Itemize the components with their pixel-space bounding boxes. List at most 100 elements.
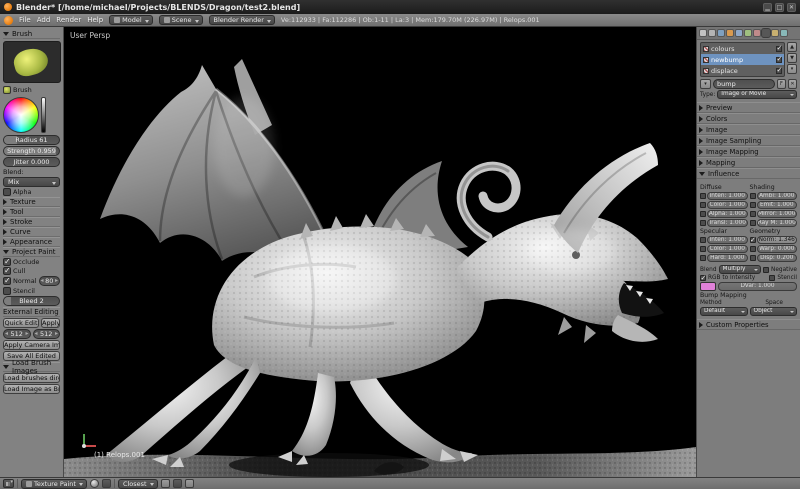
- geometry-normal-checkbox[interactable]: [749, 236, 756, 244]
- panel-image-sampling[interactable]: Image Sampling: [697, 135, 800, 146]
- stencil-checkbox[interactable]: [769, 275, 776, 281]
- occlude-checkbox[interactable]: [3, 257, 11, 266]
- color-wheel[interactable]: [3, 97, 39, 133]
- panel-influence[interactable]: Influence: [697, 168, 800, 179]
- specular-intensity-checkbox[interactable]: [700, 237, 706, 243]
- shading-emit-checkbox[interactable]: [749, 202, 756, 208]
- stencil-checkbox[interactable]: [3, 287, 11, 295]
- alpha-checkbox[interactable]: [3, 188, 11, 196]
- tab-world-icon[interactable]: [717, 29, 725, 37]
- snap-icon[interactable]: [160, 479, 170, 488]
- shading-raymirror-slider[interactable]: Ray M: 1.000: [756, 219, 797, 227]
- texture-color-swatch[interactable]: [700, 282, 716, 291]
- fake-user-button[interactable]: F: [777, 79, 786, 89]
- edit-width-field[interactable]: 512: [3, 329, 31, 339]
- mode-dropdown[interactable]: Texture Paint: [21, 478, 87, 489]
- specular-hardness-checkbox[interactable]: [700, 255, 706, 261]
- tab-material-icon[interactable]: [753, 29, 761, 37]
- panel-appearance[interactable]: Appearance: [3, 237, 60, 247]
- quick-edit-button[interactable]: Quick Edit: [3, 318, 39, 328]
- blender-logo-icon[interactable]: [4, 15, 13, 25]
- tab-object-icon[interactable]: [726, 29, 734, 37]
- geometry-warp-slider[interactable]: Warp: 0.000: [756, 245, 797, 253]
- edit-height-field[interactable]: 512: [32, 329, 60, 339]
- bleed-slider[interactable]: Bleed 2: [3, 296, 60, 306]
- viewport-3d[interactable]: User Persp (1) Relops.001: [64, 27, 696, 477]
- menu-add[interactable]: Add: [37, 16, 51, 24]
- layers-icon[interactable]: [184, 479, 194, 488]
- diffuse-translucency-slider[interactable]: Transl: 1.000: [707, 219, 748, 227]
- panel-custom-properties[interactable]: Custom Properties: [697, 319, 800, 330]
- dvar-slider[interactable]: DVar: 1.000: [718, 282, 797, 291]
- blend-mode-dropdown[interactable]: Mix: [3, 177, 60, 187]
- render-engine-dropdown[interactable]: Blender Render: [208, 15, 275, 25]
- diffuse-color-checkbox[interactable]: [700, 202, 706, 208]
- tab-scene-icon[interactable]: [708, 29, 716, 37]
- panel-mapping[interactable]: Mapping: [697, 157, 800, 168]
- panel-brush[interactable]: Brush: [3, 29, 60, 39]
- strength-slider[interactable]: Strength 0.959: [3, 146, 60, 156]
- texture-slot-displace[interactable]: displace: [701, 65, 784, 76]
- brush-preview[interactable]: [3, 41, 61, 83]
- rgb-to-intensity-checkbox[interactable]: [700, 274, 706, 282]
- shading-ambient-slider[interactable]: Ambi: 1.000: [756, 192, 797, 200]
- panel-preview[interactable]: Preview: [697, 102, 800, 113]
- shading-emit-slider[interactable]: Emit: 1.000: [756, 201, 797, 209]
- editor-type-icon[interactable]: [3, 479, 14, 488]
- value-slider[interactable]: [41, 97, 46, 133]
- menu-file[interactable]: File: [19, 16, 31, 24]
- panel-stroke[interactable]: Stroke: [3, 217, 60, 227]
- specular-intensity-slider[interactable]: Inten: 1.000: [707, 236, 748, 244]
- pivot-point-icon[interactable]: [101, 479, 111, 488]
- geometry-displace-slider[interactable]: Disp: 0.200: [756, 254, 797, 262]
- slot-menu-icon[interactable]: ▾: [787, 64, 797, 74]
- panel-image-mapping[interactable]: Image Mapping: [697, 146, 800, 157]
- shading-raymirror-checkbox[interactable]: [749, 220, 756, 226]
- diffuse-color-slider[interactable]: Color: 1.000: [707, 201, 748, 209]
- slot-enabled-checkbox[interactable]: [776, 44, 782, 52]
- geometry-displace-checkbox[interactable]: [749, 255, 756, 261]
- screen-layout-dropdown[interactable]: Model: [109, 15, 153, 25]
- maximize-icon[interactable]: □: [775, 2, 784, 12]
- bump-space-dropdown[interactable]: Object: [749, 307, 797, 316]
- panel-colors[interactable]: Colors: [697, 113, 800, 124]
- load-brushes-directory-button[interactable]: Load brushes directory: [3, 373, 60, 383]
- texture-slot-colours[interactable]: colours: [701, 43, 784, 54]
- tab-modifiers-icon[interactable]: [735, 29, 743, 37]
- geometry-normal-slider[interactable]: Norm: 1.346: [756, 236, 797, 244]
- negative-checkbox[interactable]: [762, 266, 769, 273]
- menu-help[interactable]: Help: [87, 16, 103, 24]
- apply-camera-image-button[interactable]: Apply Camera Image: [3, 340, 60, 350]
- slot-enabled-checkbox[interactable]: [776, 55, 782, 63]
- slot-move-up-icon[interactable]: ▲: [787, 42, 797, 52]
- specular-color-checkbox[interactable]: [700, 246, 706, 252]
- slot-enabled-checkbox[interactable]: [776, 66, 782, 74]
- panel-texture[interactable]: Texture: [3, 197, 60, 207]
- diffuse-alpha-checkbox[interactable]: [700, 211, 706, 217]
- falloff-dropdown[interactable]: Closest: [117, 478, 158, 489]
- shading-mirror-checkbox[interactable]: [749, 211, 756, 217]
- tab-physics-icon[interactable]: [780, 29, 788, 37]
- panel-project-paint[interactable]: Project Paint: [3, 247, 60, 257]
- close-icon[interactable]: ✕: [787, 2, 796, 12]
- shading-ambient-checkbox[interactable]: [749, 193, 756, 199]
- tab-data-icon[interactable]: [744, 29, 752, 37]
- cull-checkbox[interactable]: [3, 266, 11, 275]
- brush-selector[interactable]: Brush: [3, 85, 60, 95]
- menu-render[interactable]: Render: [56, 16, 81, 24]
- tab-render-icon[interactable]: [699, 29, 707, 37]
- diffuse-intensity-slider[interactable]: Inten: 1.000: [707, 192, 748, 200]
- diffuse-alpha-slider[interactable]: Alpha: 1.000: [707, 210, 748, 218]
- unlink-icon[interactable]: ✕: [788, 79, 797, 89]
- shading-mirror-slider[interactable]: Mirror: 1.000: [756, 210, 797, 218]
- panel-curve[interactable]: Curve: [3, 227, 60, 237]
- manipulator-icon[interactable]: [172, 479, 182, 488]
- apply-button[interactable]: Apply: [41, 318, 60, 328]
- bump-method-dropdown[interactable]: Default: [700, 307, 748, 316]
- texture-type-dropdown[interactable]: Image or Movie: [717, 90, 797, 99]
- jitter-slider[interactable]: Jitter 0.000: [3, 157, 60, 167]
- panel-external-editing[interactable]: External Editing: [3, 307, 60, 317]
- minimize-icon[interactable]: ▁: [763, 2, 772, 12]
- specular-color-slider[interactable]: Color: 1.000: [707, 245, 748, 253]
- normal-angle-field[interactable]: 80: [38, 276, 60, 286]
